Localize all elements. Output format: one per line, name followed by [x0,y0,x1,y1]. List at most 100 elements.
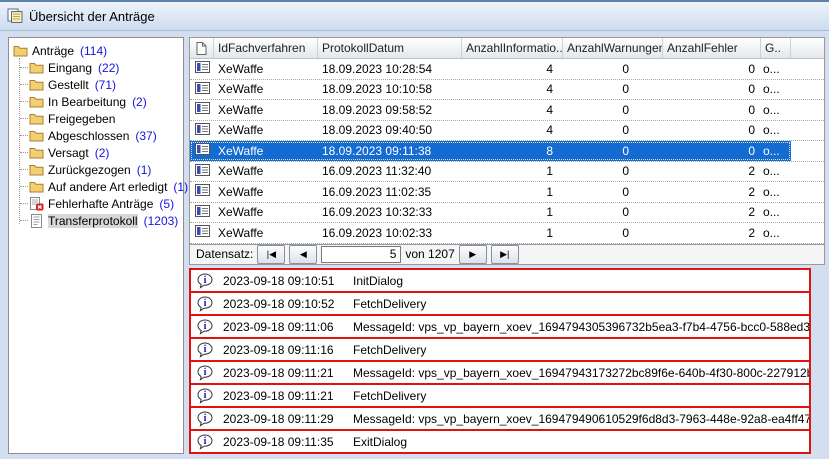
log-row[interactable]: i 2023-09-18 09:11:35 ExitDialog [191,431,809,452]
cell-id: XeWaffe [214,59,318,79]
tree-item-gestellt[interactable]: Gestellt (71) [9,76,183,93]
info-icon: i [197,273,215,289]
window-titlebar[interactable]: Übersicht der Anträge [0,2,829,31]
table-row[interactable]: XeWaffe 18.09.2023 10:28:54 4 0 0 o... [190,59,824,80]
log-row[interactable]: i 2023-09-18 09:11:21 MessageId: vps_vp_… [191,362,809,385]
tree-item-abgeschlossen[interactable]: Abgeschlossen (37) [9,127,183,144]
next-record-button[interactable]: ▶ [459,245,487,264]
table-row[interactable]: XeWaffe 16.09.2023 10:02:33 1 0 2 o... [190,223,824,244]
column-header-protokolldatum[interactable]: ProtokollDatum [318,38,462,58]
log-row[interactable]: i 2023-09-18 09:10:52 FetchDelivery [191,293,809,316]
table-row[interactable]: XeWaffe 16.09.2023 11:02:35 1 0 2 o... [190,182,824,203]
tree-item-freigegeben[interactable]: Freigegeben [9,110,183,127]
main-content: Anträge (114) Eingang (22) Gestellt (71)… [0,31,829,454]
first-record-button[interactable]: |◀ [257,245,285,264]
info-icon: i [197,365,215,381]
log-row[interactable]: i 2023-09-18 09:11:29 MessageId: vps_vp_… [191,408,809,431]
cell-fehler: 0 [663,121,761,141]
tree-item-label: Fehlerhafte Anträge [48,197,153,211]
log-message: FetchDelivery [353,343,426,357]
table-row[interactable]: XeWaffe 18.09.2023 10:10:58 4 0 0 o... [190,80,824,101]
folder-icon [29,180,44,193]
log-timestamp: 2023-09-18 09:11:06 [223,320,345,334]
record-number-input[interactable] [321,246,401,263]
last-record-button[interactable]: ▶| [491,245,519,264]
cell-id: XeWaffe [214,223,318,243]
cell-info: 1 [462,223,563,243]
tree-item-transferprotokoll[interactable]: Transferprotokoll (1203) [9,212,183,229]
table-row[interactable]: XeWaffe 16.09.2023 11:32:40 1 0 2 o... [190,162,824,183]
page-icon [196,42,207,55]
tree-item-eingang[interactable]: Eingang (22) [9,59,183,76]
log-timestamp: 2023-09-18 09:11:35 [223,435,345,449]
log-row[interactable]: i 2023-09-18 09:11:21 FetchDelivery [191,385,809,408]
info-icon: i [197,411,215,427]
tree-item-count: (1) [173,180,188,194]
tree-item-count: (22) [98,61,119,75]
tree-item-label: In Bearbeitung [48,95,126,109]
folder-icon [29,163,44,176]
svg-text:i: i [204,321,207,332]
tree-item-label: Freigegeben [48,112,115,126]
svg-text:i: i [204,344,207,355]
info-icon: i [197,319,215,335]
svg-text:i: i [204,367,207,378]
cell-id: XeWaffe [214,121,318,141]
record-icon [195,102,210,117]
tree-item-auf-andere-art-erledigt[interactable]: Auf andere Art erledigt (1) [9,178,183,195]
tree-item-count: (114) [80,44,107,58]
folder-icon [29,112,44,125]
window-title: Übersicht der Anträge [29,9,155,24]
log-row[interactable]: i 2023-09-18 09:11:06 MessageId: vps_vp_… [191,316,809,339]
cell-datum: 16.09.2023 10:02:33 [318,223,462,243]
folder-icon [29,61,44,74]
folder-icon [29,129,44,142]
table-row[interactable]: XeWaffe 18.09.2023 09:40:50 4 0 0 o... [190,121,824,142]
log-row[interactable]: i 2023-09-18 09:11:16 FetchDelivery [191,339,809,362]
record-icon [195,184,210,199]
record-icon [195,205,210,220]
column-header-g[interactable]: G.. [761,38,791,58]
table-row[interactable]: XeWaffe 16.09.2023 10:32:33 1 0 2 o... [190,203,824,224]
log-timestamp: 2023-09-18 09:11:21 [223,389,345,403]
cell-warn: 0 [563,59,663,79]
cell-fehler: 0 [663,80,761,100]
cell-g: o... [761,182,791,202]
tree-item-antraege[interactable]: Anträge (114) [9,42,183,59]
tree-item-in-bearbeitung[interactable]: In Bearbeitung (2) [9,93,183,110]
tree-item-versagt[interactable]: Versagt (2) [9,144,183,161]
svg-text:i: i [204,298,207,309]
column-header-record[interactable] [190,38,214,58]
protocol-table: IdFachverfahren ProtokollDatum AnzahlInf… [189,37,825,245]
cell-warn: 0 [563,121,663,141]
cell-datum: 18.09.2023 10:10:58 [318,80,462,100]
log-message: FetchDelivery [353,297,426,311]
tree-item-label: Auf andere Art erledigt [48,180,167,194]
tree-item-count: (5) [159,197,174,211]
folder-icon [13,44,28,57]
table-row-selected[interactable]: XeWaffe 18.09.2023 09:11:38 8 0 0 o... [190,141,824,162]
column-header-anzahlfehler[interactable]: AnzahlFehler [663,38,761,58]
column-header-idfachverfahren[interactable]: IdFachverfahren [214,38,318,58]
cell-id: XeWaffe [214,100,318,120]
folder-icon [29,78,44,91]
table-row[interactable]: XeWaffe 18.09.2023 09:58:52 4 0 0 o... [190,100,824,121]
tree-item-fehlerhafte-antraege[interactable]: Fehlerhafte Anträge (5) [9,195,183,212]
protocol-log: i 2023-09-18 09:10:51 InitDialog i 2023-… [189,268,811,454]
record-icon [195,225,210,240]
cell-info: 1 [462,203,563,223]
log-row[interactable]: i 2023-09-18 09:10:51 InitDialog [191,270,809,293]
log-timestamp: 2023-09-18 09:11:21 [223,366,345,380]
log-message: InitDialog [353,274,403,288]
record-icon [195,82,210,97]
prev-record-button[interactable]: ◀ [289,245,317,264]
column-header-anzahlinformationen[interactable]: AnzahlInformatio... [462,38,563,58]
log-message: ExitDialog [353,435,407,449]
cell-fehler: 2 [663,203,761,223]
record-count-label: von 1207 [405,247,454,261]
cell-datum: 18.09.2023 09:11:38 [318,141,462,161]
folder-icon [29,146,44,159]
tree-item-zurueckgezogen[interactable]: Zurückgezogen (1) [9,161,183,178]
column-header-anzahlwarnungen[interactable]: AnzahlWarnungen [563,38,663,58]
column-header-empty [791,38,824,58]
